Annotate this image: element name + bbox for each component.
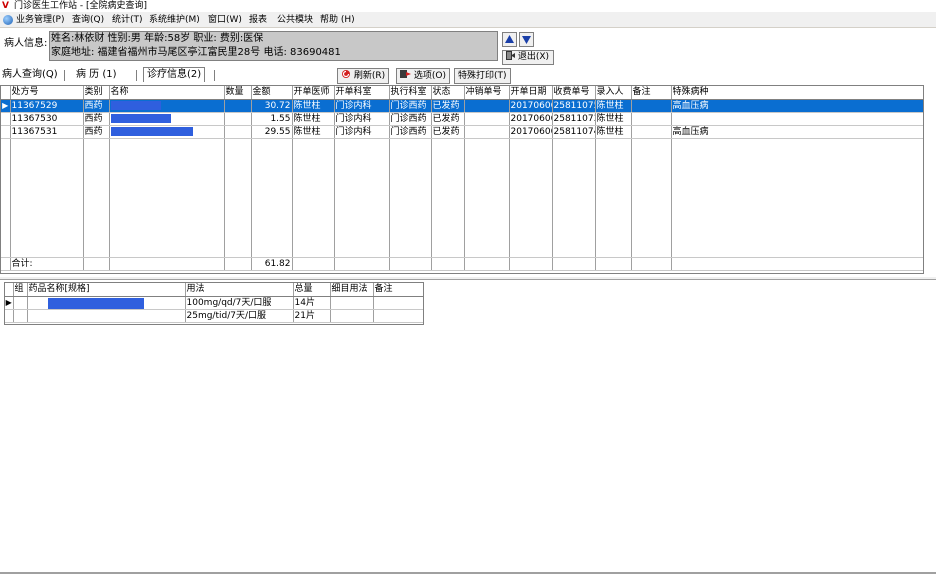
redacted-block <box>110 126 193 136</box>
drug-name-cell <box>109 125 225 139</box>
column-header[interactable]: 处方号 <box>10 86 84 100</box>
menu-query[interactable]: 查询(Q) <box>72 12 104 28</box>
patient-info-line1: 姓名:林依财 性别:男 年龄:58岁 职业: 费别:医保 <box>51 33 264 44</box>
tab-treatment-info[interactable]: 诊疗信息(2) <box>143 67 206 82</box>
refresh-icon <box>342 70 350 78</box>
patient-info-label: 病人信息: <box>4 38 48 49</box>
column-header[interactable]: 特殊病种 <box>671 86 923 100</box>
drug-detail-grid: 组 药品名称[规格] 用法 总量 细目用法 备注 ▶ 100mg/qd/7天/口… <box>4 282 424 325</box>
arrow-down-icon <box>522 36 531 44</box>
column-header[interactable]: 执行科室 <box>389 86 432 100</box>
table-header: 处方号 类别 名称 数量 金额 开单医师 开单科室 执行科室 状态 冲销单号 开… <box>1 86 923 100</box>
column-header[interactable]: 备注 <box>373 283 423 297</box>
patient-info-line2: 家庭地址: 福建省福州市马尾区亭江富民里28号 电话: 83690481 <box>51 47 341 58</box>
drug-name-cell <box>27 296 186 310</box>
total-amount: 61.82 <box>251 257 293 271</box>
options-icon <box>400 70 411 78</box>
total-label: 合计: <box>10 257 84 271</box>
column-header[interactable]: 收费单号 <box>552 86 596 100</box>
total-row: 合计: 61.82 <box>1 257 923 271</box>
special-print-label: 特殊打印(T) <box>458 71 507 81</box>
menu-window[interactable]: 窗口(W) <box>208 12 242 28</box>
column-header[interactable]: 录入人 <box>595 86 632 100</box>
prescription-table: 处方号 类别 名称 数量 金额 开单医师 开单科室 执行科室 状态 冲销单号 开… <box>1 86 923 271</box>
menu-help[interactable]: 帮助 (H) <box>320 12 355 28</box>
options-label: 选项(O) <box>413 71 446 81</box>
empty-space-row <box>1 138 923 258</box>
column-header[interactable]: 名称 <box>109 86 225 100</box>
redacted-block <box>47 297 144 308</box>
splitter[interactable] <box>0 277 936 280</box>
column-header[interactable]: 金额 <box>251 86 293 100</box>
menu-system[interactable]: 系统维护(M) <box>149 12 200 28</box>
column-header[interactable]: 用法 <box>185 283 294 297</box>
column-header[interactable]: 开单日期 <box>509 86 553 100</box>
column-header[interactable]: 开单医师 <box>292 86 335 100</box>
column-header[interactable]: 开单科室 <box>334 86 390 100</box>
exit-door-icon <box>506 51 515 60</box>
patient-info-box: 姓名:林依财 性别:男 年龄:58岁 职业: 费别:医保 家庭地址: 福建省福州… <box>49 31 498 61</box>
table-row[interactable]: ▶ 100mg/qd/7天/口服 14片 <box>5 296 423 310</box>
exit-button[interactable]: 退出(X) <box>502 50 554 65</box>
app-logo-icon: V <box>2 1 9 11</box>
column-header[interactable]: 组 <box>13 283 28 297</box>
special-print-button[interactable]: 特殊打印(T) <box>454 68 511 84</box>
column-header[interactable]: 冲销单号 <box>464 86 510 100</box>
row-indicator-icon: ▶ <box>1 99 11 113</box>
column-header[interactable]: 细目用法 <box>330 283 374 297</box>
table-row[interactable]: 25mg/tid/7天/口服 21片 <box>5 309 423 323</box>
refresh-label: 刷新(R) <box>353 71 386 81</box>
tab-separator <box>136 70 137 81</box>
prescription-grid: 处方号 类别 名称 数量 金额 开单医师 开单科室 执行科室 状态 冲销单号 开… <box>0 85 924 274</box>
drug-name-cell <box>109 99 225 113</box>
tab-separator <box>214 70 215 81</box>
column-header[interactable]: 备注 <box>631 86 672 100</box>
column-header[interactable]: 类别 <box>83 86 110 100</box>
title-bar: V 门诊医生工作站 - [全院病史查询] <box>0 0 936 12</box>
exit-button-label: 退出(X) <box>517 52 550 62</box>
menu-business[interactable]: 业务管理(P) <box>16 12 64 28</box>
drug-detail-table: 组 药品名称[规格] 用法 总量 细目用法 备注 ▶ 100mg/qd/7天/口… <box>5 283 423 323</box>
previous-patient-button[interactable] <box>502 32 517 47</box>
table-row[interactable]: 11367530 西药 1.55 陈世柱 门诊内科 门诊西药 已发药 20170… <box>1 112 923 126</box>
arrow-up-icon <box>505 35 514 43</box>
column-header[interactable]: 总量 <box>293 283 331 297</box>
drug-name-cell <box>109 112 225 126</box>
tab-patient-query[interactable]: 病人查询(Q) <box>2 68 58 82</box>
tab-medical-record[interactable]: 病 历 (1) <box>76 68 117 82</box>
menu-report[interactable]: 报表 <box>249 12 267 28</box>
options-button[interactable]: 选项(O) <box>396 68 450 84</box>
menu-statistics[interactable]: 统计(T) <box>112 12 143 28</box>
window-title: 门诊医生工作站 - [全院病史查询] <box>14 1 147 11</box>
column-header[interactable]: 药品名称[规格] <box>27 283 186 297</box>
row-indicator-icon: ▶ <box>5 296 14 310</box>
menu-bar: 业务管理(P) 查询(Q) 统计(T) 系统维护(M) 窗口(W) 报表 公共模… <box>0 12 936 28</box>
next-patient-button[interactable] <box>519 32 534 47</box>
table-header: 组 药品名称[规格] 用法 总量 细目用法 备注 <box>5 283 423 297</box>
table-row[interactable]: 11367531 西药 29.55 陈世柱 门诊内科 门诊西药 已发药 2017… <box>1 125 923 139</box>
table-row[interactable]: ▶ 11367529 西药 30.72 陈世柱 门诊内科 门诊西药 已发药 20… <box>1 99 923 113</box>
menu-common[interactable]: 公共模块 <box>277 12 313 28</box>
column-header[interactable]: 状态 <box>431 86 465 100</box>
refresh-button[interactable]: 刷新(R) <box>337 68 390 84</box>
redacted-block <box>110 100 161 110</box>
app-globe-icon[interactable] <box>3 15 13 25</box>
tab-separator <box>64 70 65 81</box>
column-header[interactable]: 数量 <box>224 86 252 100</box>
redacted-block <box>110 113 171 123</box>
